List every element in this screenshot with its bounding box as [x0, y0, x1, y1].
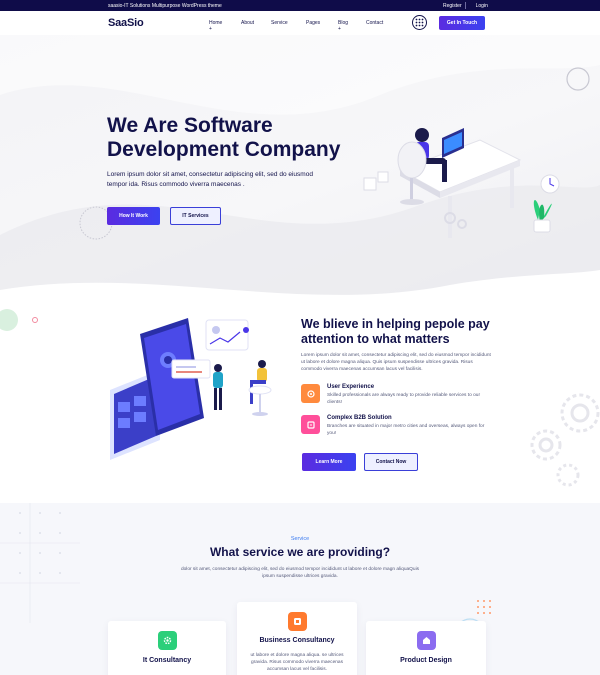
hero-section: We Are Software Development Company Lore… — [0, 35, 600, 305]
about-description: Lorem ipsum dolor sit amet, consectetur … — [301, 353, 491, 373]
nav-item-home[interactable]: Home + — [209, 20, 222, 32]
service-card-description: ut labore et dolore magna aliqua. se ult… — [250, 653, 344, 672]
developer-illustration — [363, 128, 560, 238]
main-nav: SaaSio Home + About Service Pages Blog +… — [0, 11, 600, 35]
nav-item-service[interactable]: Service — [271, 20, 288, 26]
feature-title: Complex B2B Solution — [327, 415, 392, 421]
how-it-work-button[interactable]: How It Work — [107, 207, 160, 225]
nav-item-about[interactable]: About — [241, 20, 254, 26]
it-services-button[interactable]: IT Services — [170, 207, 221, 225]
services-label: Service — [290, 536, 310, 542]
logo[interactable]: SaaSio — [108, 17, 144, 29]
login-link[interactable]: Login — [476, 3, 488, 9]
feature-description: Skilled professionals are always ready t… — [327, 393, 481, 405]
learn-more-button[interactable]: Learn More — [302, 453, 356, 471]
nav-item-pages[interactable]: Pages — [306, 20, 320, 26]
user-experience-icon — [301, 384, 320, 403]
grid-icon — [415, 18, 424, 27]
contact-now-button[interactable]: Contact Now — [364, 453, 418, 471]
services-section: Service What service we are providing? d… — [0, 503, 600, 675]
register-link[interactable]: Register — [443, 3, 462, 9]
feature-title: User Experience — [327, 384, 375, 390]
decorative-ring — [0, 309, 18, 331]
services-description: dolor sit amet, consectetur adipiscing e… — [180, 567, 420, 580]
decorative-dot — [32, 317, 38, 323]
get-in-touch-button[interactable]: Get In Touch — [439, 16, 485, 30]
nav-item-contact[interactable]: Contact — [366, 20, 383, 26]
services-title: What service we are providing? — [209, 545, 391, 559]
hero-title: We Are Software Development Company — [107, 114, 367, 162]
service-card-it-consultancy[interactable]: It Consultancy — [108, 621, 226, 675]
gears-decoration — [530, 393, 600, 487]
feature-description: Branches are situated in major metro cit… — [327, 424, 485, 436]
b2b-solution-icon — [301, 415, 320, 434]
hero-description: Lorem ipsum dolor sit amet, consectetur … — [107, 171, 313, 188]
nav-item-blog[interactable]: Blog + — [338, 20, 348, 32]
briefcase-icon — [288, 612, 307, 631]
hero-title-line1: We Are Software — [107, 114, 273, 137]
tagline: saasio-IT Solutions Multipurpose WordPre… — [108, 3, 222, 9]
product-design-icon — [417, 631, 436, 650]
about-title: We blieve in helping pepole pay attentio… — [301, 317, 490, 346]
top-divider — [465, 2, 466, 9]
service-card-business-consultancy[interactable]: Business Consultancy ut labore et dolore… — [237, 602, 357, 675]
service-card-title: Business Consultancy — [259, 637, 335, 644]
service-card-title: It Consultancy — [142, 657, 192, 664]
top-bar: saasio-IT Solutions Multipurpose WordPre… — [0, 0, 600, 11]
grid-menu-button[interactable] — [412, 15, 427, 30]
feature-b2b-solution: Complex B2B Solution Branches are situat… — [301, 415, 491, 445]
gear-icon — [158, 631, 177, 650]
feature-user-experience: User Experience Skilled professionals ar… — [301, 384, 491, 414]
mobile-app-illustration — [110, 318, 272, 460]
service-card-title: Product Design — [400, 657, 452, 664]
service-card-product-design[interactable]: Product Design — [366, 621, 486, 675]
hero-title-line2: Development Company — [107, 138, 341, 161]
